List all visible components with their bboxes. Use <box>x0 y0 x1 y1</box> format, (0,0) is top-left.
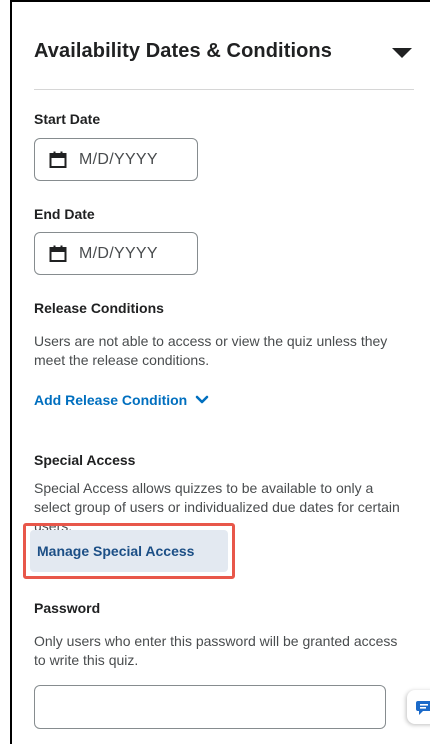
add-release-condition-label: Add Release Condition <box>34 392 188 408</box>
panel-frame: Availability Dates & Conditions Start Da… <box>10 0 430 744</box>
calendar-icon <box>49 245 67 262</box>
caret-down-icon[interactable] <box>392 48 412 58</box>
release-conditions-label: Release Conditions <box>34 300 164 316</box>
divider <box>34 89 414 90</box>
release-conditions-description: Users are not able to access or view the… <box>34 333 388 368</box>
start-date-input[interactable]: M/D/YYYY <box>34 138 198 181</box>
section-header[interactable]: Availability Dates & Conditions <box>34 36 414 76</box>
start-date-label: Start Date <box>34 111 101 127</box>
end-date-label: End Date <box>34 206 95 222</box>
end-date-placeholder: M/D/YYYY <box>79 245 158 262</box>
start-date-placeholder: M/D/YYYY <box>79 151 158 168</box>
end-date-input[interactable]: M/D/YYYY <box>34 232 198 275</box>
section-title: Availability Dates & Conditions <box>34 40 332 62</box>
password-description: Only users who enter this password will … <box>34 633 398 668</box>
availability-panel: Availability Dates & Conditions Start Da… <box>23 2 430 746</box>
special-access-label: Special Access <box>34 452 136 468</box>
highlight-box: Manage Special Access <box>23 523 235 579</box>
password-input[interactable] <box>34 685 386 729</box>
chevron-down-icon <box>195 395 209 404</box>
manage-special-access-label: Manage Special Access <box>37 543 195 559</box>
password-label: Password <box>34 600 101 616</box>
chat-icon <box>416 701 430 715</box>
manage-special-access-button[interactable]: Manage Special Access <box>30 530 228 572</box>
add-release-condition-link[interactable]: Add Release Condition <box>34 392 209 408</box>
calendar-icon <box>49 151 67 168</box>
chat-button[interactable] <box>407 690 430 724</box>
